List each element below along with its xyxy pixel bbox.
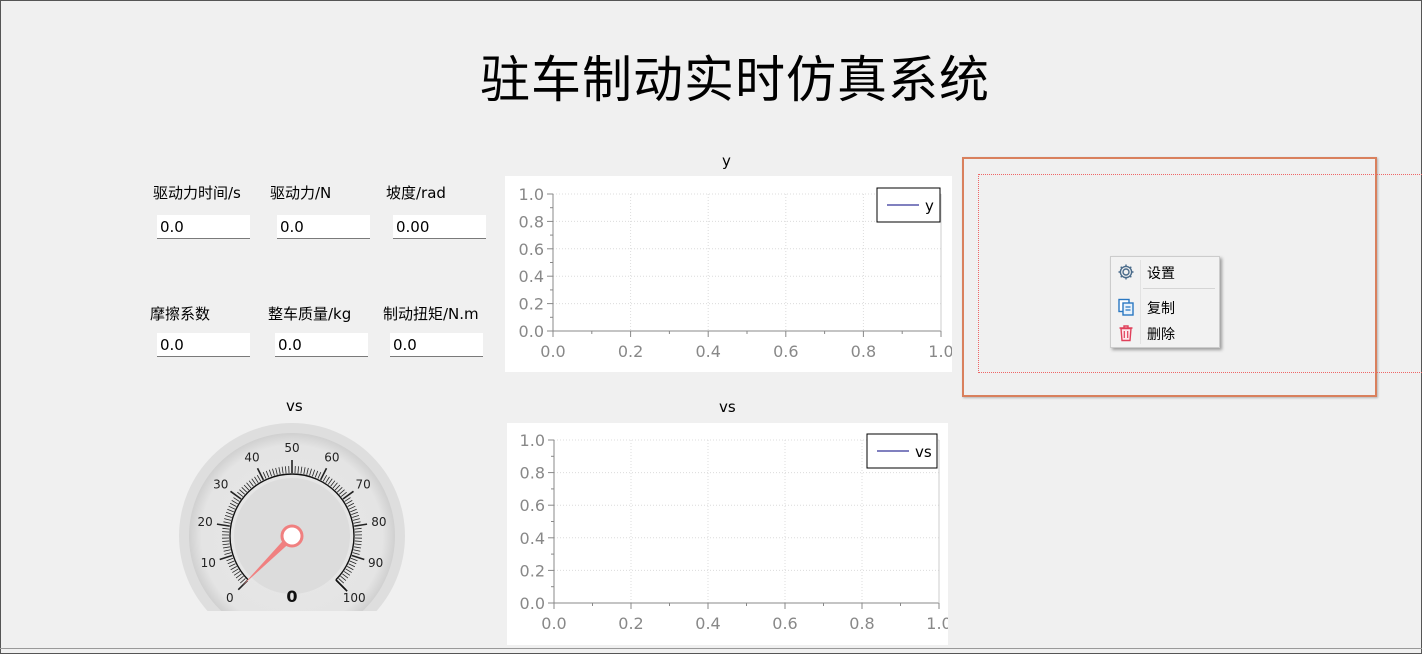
- gauge-tick-label: 0: [226, 591, 234, 605]
- slope-input[interactable]: [393, 215, 486, 239]
- y-tick-label: 0.2: [519, 295, 544, 314]
- menu-item-settings-label: 设置: [1147, 266, 1175, 282]
- gauge-tick-label: 40: [244, 451, 259, 465]
- chart-legend: y: [876, 187, 941, 223]
- vehicle-mass-input[interactable]: [275, 333, 368, 357]
- y-tick-label: 0.0: [520, 594, 545, 613]
- gauge-tick-label: 100: [343, 591, 366, 605]
- x-tick-label: 0.2: [618, 342, 643, 361]
- menu-separator: [1143, 288, 1215, 289]
- legend-label: y: [925, 197, 934, 215]
- gauge-tick-label: 80: [371, 515, 386, 529]
- drive-force-time-label: 驱动力时间/s: [153, 184, 241, 202]
- y-tick-label: 1.0: [519, 185, 544, 204]
- drive-force-time-input[interactable]: [157, 215, 250, 239]
- menu-item-delete-label: 删除: [1147, 327, 1175, 343]
- speed-gauge: 0 10 20 30 40 50 60 70 80 90 100 0: [175, 423, 415, 615]
- y-tick-label: 0.0: [519, 322, 544, 341]
- chart-legend: vs: [866, 433, 938, 469]
- x-tick-label: 0.0: [540, 342, 565, 361]
- gauge-tick-label: 50: [284, 441, 299, 455]
- x-tick-label: 0.4: [695, 342, 720, 361]
- gear-icon: [1118, 264, 1134, 280]
- chart-y-panel: 0.0 0.2 0.4 0.6 0.8 1.0 0.0 0.2 0.4 0.6 0.8 1.0 y: [505, 176, 954, 372]
- x-tick-label: 0.4: [695, 614, 720, 633]
- y-tick-label: 0.4: [520, 529, 545, 548]
- x-tick-label: 0.8: [849, 614, 874, 633]
- friction-coefficient-label: 摩擦系数: [150, 305, 211, 323]
- bottom-border: [0, 648, 1422, 649]
- y-tick-label: 0.6: [519, 240, 544, 259]
- y-tick-label: 0.6: [520, 496, 545, 515]
- gauge-tick-label: 20: [197, 515, 212, 529]
- chart-vs: 0.0 0.2 0.4 0.6 0.8 1.0 0.0 0.2 0.4 0.6 0.8 1.0 vs: [520, 431, 952, 633]
- x-tick-label: 1.0: [928, 342, 952, 361]
- x-tick-label: 0.2: [618, 614, 643, 633]
- chart-y-title: y: [722, 152, 731, 170]
- drive-force-label: 驱动力/N: [270, 184, 332, 202]
- y-tick-label: 0.8: [519, 212, 544, 231]
- menu-item-copy[interactable]: 复制: [1111, 295, 1219, 319]
- slope-label: 坡度/rad: [386, 184, 446, 202]
- gauge-tick-label: 10: [201, 556, 216, 570]
- gauge-tick-label: 90: [368, 556, 383, 570]
- brake-torque-input[interactable]: [390, 333, 483, 357]
- gauge-minor-tick: [354, 540, 362, 542]
- chart-y: 0.0 0.2 0.4 0.6 0.8 1.0 0.0 0.2 0.4 0.6 0.8 1.0 y: [519, 185, 954, 361]
- gauge-value-text: 0: [286, 587, 297, 606]
- chart-vs-title: vs: [719, 398, 736, 416]
- friction-coefficient-input[interactable]: [157, 333, 250, 357]
- menu-item-copy-label: 复制: [1147, 301, 1175, 317]
- gauge-bottom-mask: [175, 611, 415, 615]
- drive-force-input[interactable]: [277, 215, 370, 239]
- y-tick-label: 0.4: [519, 267, 544, 286]
- x-tick-label: 0.6: [773, 342, 798, 361]
- page-title: 驻车制动实时仿真系统: [480, 51, 990, 109]
- gauge-tick-label: 60: [324, 451, 339, 465]
- chart-vs-panel: 0.0 0.2 0.4 0.6 0.8 1.0 0.0 0.2 0.4 0.6 0.8 1.0 vs: [507, 423, 952, 645]
- vehicle-mass-label: 整车质量/kg: [268, 305, 352, 323]
- gauge-tick-label: 30: [213, 477, 228, 491]
- x-tick-label: 1.0: [926, 614, 948, 633]
- menu-item-delete[interactable]: 删除: [1111, 321, 1219, 345]
- x-tick-label: 0.0: [541, 614, 566, 633]
- y-tick-label: 0.2: [520, 561, 545, 580]
- legend-label: vs: [915, 443, 932, 461]
- gauge-needle-hub: [280, 524, 304, 548]
- y-tick-label: 0.8: [520, 464, 545, 483]
- menu-item-settings[interactable]: 设置: [1111, 260, 1219, 284]
- trash-icon: [1119, 325, 1133, 342]
- brake-torque-label: 制动扭矩/N.m: [383, 305, 479, 323]
- copy-icon: [1118, 298, 1134, 316]
- y-tick-label: 1.0: [520, 431, 545, 450]
- gauge-minor-tick: [222, 540, 230, 542]
- x-tick-label: 0.6: [772, 614, 797, 633]
- x-tick-label: 0.8: [851, 342, 876, 361]
- context-menu: 设置 复制 删除: [1110, 256, 1220, 348]
- gauge-tick-label: 70: [356, 477, 371, 491]
- gauge-title: vs: [286, 397, 303, 415]
